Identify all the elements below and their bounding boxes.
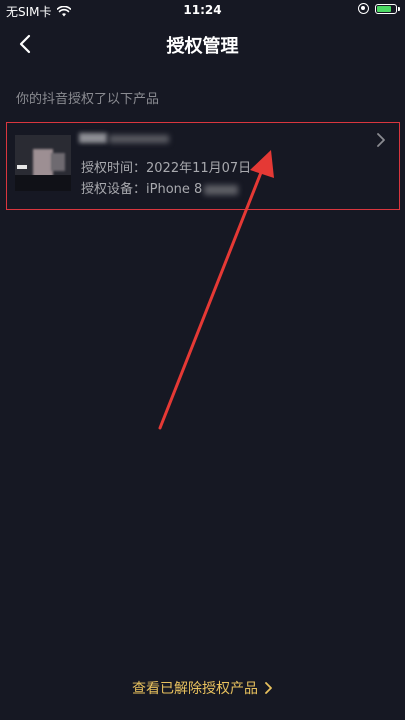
device-name-blur xyxy=(204,184,239,195)
status-time: 11:24 xyxy=(183,3,222,17)
page-title: 授权管理 xyxy=(166,36,239,57)
status-bar: 无SIM卡 11:24 xyxy=(0,0,405,22)
authorization-time: 授权时间：2022年11月07日 xyxy=(81,157,251,176)
view-revoked-products-link[interactable]: 查看已解除授权产品 xyxy=(0,678,405,698)
product-name-blurred xyxy=(79,129,179,147)
authorization-time-label: 授权时间： xyxy=(81,161,147,176)
view-revoked-products-label: 查看已解除授权产品 xyxy=(132,681,258,697)
authorization-time-value: 2022年11月07日 xyxy=(146,161,252,176)
authorization-device: 授权设备：iPhone 8 xyxy=(81,178,239,197)
chevron-right-icon xyxy=(265,682,272,694)
annotation-arrow xyxy=(158,150,274,430)
authorization-device-value: iPhone 8 xyxy=(146,182,203,197)
authorization-device-label: 授权设备： xyxy=(81,182,147,197)
section-label: 你的抖音授权了以下产品 xyxy=(16,92,160,107)
product-avatar xyxy=(15,135,71,191)
orientation-lock-icon xyxy=(358,3,369,14)
chevron-right-icon xyxy=(377,133,385,147)
nav-bar: 授权管理 xyxy=(0,22,405,66)
status-right xyxy=(358,3,400,14)
authorized-product-item[interactable]: 授权时间：2022年11月07日 授权设备：iPhone 8 xyxy=(6,122,400,210)
battery-charging-icon xyxy=(375,3,400,14)
